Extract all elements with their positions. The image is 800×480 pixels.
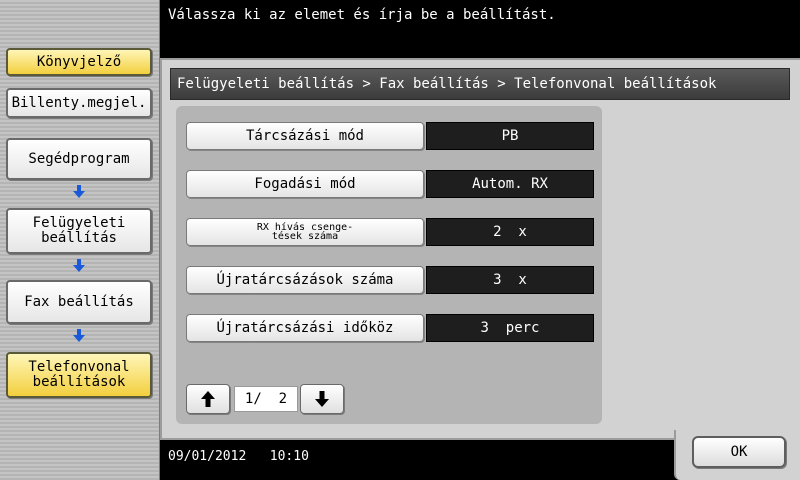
ok-button[interactable]: OK	[692, 436, 786, 468]
arrow-down-icon	[315, 391, 329, 407]
step-admin-settings-label: Felügyeleti beállítás	[33, 216, 126, 246]
rx-ring-count-button[interactable]: RX hívás csenge- tések száma	[186, 218, 424, 246]
arrow-down-icon	[73, 185, 85, 198]
arrow-up-icon	[201, 391, 215, 407]
main-panel: Felügyeleti beállítás > Fax beállítás > …	[160, 58, 800, 440]
page-down-button[interactable]	[300, 384, 344, 414]
breadcrumb: Felügyeleti beállítás > Fax beállítás > …	[170, 68, 790, 100]
keypad-display-button[interactable]: Billenty.megjel.	[6, 88, 152, 118]
ok-tab: OK	[674, 430, 800, 480]
page-up-button[interactable]	[186, 384, 230, 414]
dialing-mode-label: Tárcsázási mód	[245, 128, 364, 144]
rx-ring-count-value: 2 x	[426, 218, 594, 246]
step-admin-line1: Felügyeleti	[32, 215, 126, 231]
redial-interval-button[interactable]: Újratárcsázási időköz	[186, 314, 424, 342]
redial-interval-value: 3 perc	[426, 314, 594, 342]
receive-mode-value: Autom. RX	[426, 170, 594, 198]
datetime: 09/01/2012 10:10	[168, 449, 309, 464]
sidebar: Könyvjelző Billenty.megjel. Segédprogram…	[0, 0, 160, 480]
ok-button-label: OK	[730, 444, 748, 460]
step-admin-line2: beállítás	[41, 230, 117, 246]
rx-ring-count-label: RX hívás csenge- tések száma	[257, 223, 353, 242]
redial-count-label: Újratárcsázások száma	[216, 272, 394, 288]
page-indicator: 1/ 2	[234, 386, 298, 412]
arrow-down-icon	[73, 329, 85, 342]
instruction-message: Válassza ki az elemet és írja be a beáll…	[168, 7, 556, 23]
receive-mode-button[interactable]: Fogadási mód	[186, 170, 424, 198]
dialing-mode-value: PB	[426, 122, 594, 150]
redial-interval-label: Újratárcsázási időköz	[216, 320, 394, 336]
settings-list: Tárcsázási mód PB Fogadási mód Autom. RX…	[176, 106, 602, 424]
step-admin-settings[interactable]: Felügyeleti beállítás	[6, 208, 152, 254]
keypad-display-label: Billenty.megjel.	[11, 94, 147, 111]
arrow-down-icon	[73, 259, 85, 272]
bookmark-button[interactable]: Könyvjelző	[6, 48, 152, 76]
step-phone-line-label: Telefonvonal beállítások	[28, 360, 129, 390]
redial-count-button[interactable]: Újratárcsázások száma	[186, 266, 424, 294]
step-fax-settings[interactable]: Fax beállítás	[6, 280, 152, 324]
step-utility-label: Segédprogram	[28, 150, 130, 167]
step-phone-line1: Telefonvonal	[28, 359, 130, 375]
redial-count-value: 3 x	[426, 266, 594, 294]
step-fax-settings-label: Fax beállítás	[24, 293, 134, 310]
date: 09/01/2012	[168, 449, 247, 464]
step-phone-line-settings[interactable]: Telefonvonal beállítások	[6, 352, 152, 398]
rx-ring-count-line2: tések száma	[271, 231, 339, 242]
pager: 1/ 2	[186, 384, 346, 414]
bookmark-button-label: Könyvjelző	[36, 53, 122, 70]
receive-mode-label: Fogadási mód	[254, 176, 356, 192]
step-utility[interactable]: Segédprogram	[6, 138, 152, 180]
time: 10:10	[269, 449, 309, 464]
dialing-mode-button[interactable]: Tárcsázási mód	[186, 122, 424, 150]
step-phone-line2: beállítások	[32, 374, 126, 390]
